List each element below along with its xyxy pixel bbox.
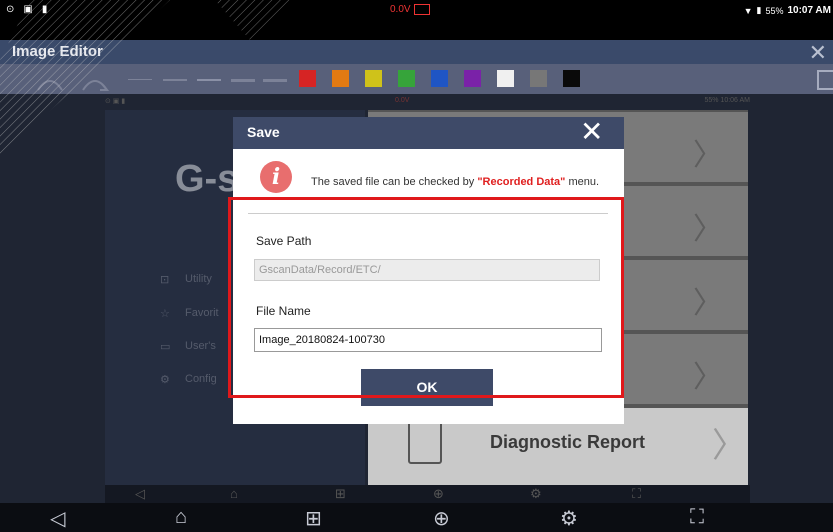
line-width-3[interactable] (197, 79, 221, 81)
report-icon (408, 418, 442, 464)
voltage-text: 0.0V (390, 4, 411, 15)
line-width-5[interactable] (263, 79, 287, 82)
home-icon[interactable]: ⌂ (175, 506, 187, 529)
captured-status-icons: ⊙ ▣ ▮ (105, 98, 126, 105)
battery-icon: ▮ (756, 5, 762, 15)
location-icon: ⊙ (6, 4, 15, 15)
star-icon: ☆ (160, 308, 170, 320)
editor-title-bar: Image Editor ✕ (0, 40, 833, 66)
color-swatch[interactable] (431, 70, 448, 87)
back-icon[interactable]: ◁ (50, 506, 65, 531)
settings-icon[interactable]: ⚙ (560, 506, 578, 531)
screenshot-icon[interactable]: ⛶ (690, 506, 704, 529)
color-swatch[interactable] (530, 70, 547, 87)
chevron-right-icon: 〉 (712, 427, 746, 465)
image-icon: ▣ (23, 4, 33, 15)
gear-icon: ⚙ (160, 374, 170, 386)
annotation-highlight-box (228, 197, 624, 398)
book-icon: ▭ (160, 341, 171, 353)
undo-icon[interactable] (35, 70, 65, 94)
battery-car-icon (413, 4, 430, 15)
menu-item-config: Config (185, 373, 217, 385)
color-swatch[interactable] (464, 70, 481, 87)
menu-item-utility: Utility (185, 273, 212, 285)
wifi-icon: ▼ (743, 5, 753, 16)
color-swatch[interactable] (563, 70, 580, 87)
color-swatch[interactable] (332, 70, 349, 87)
dialog-title: Save (247, 124, 280, 140)
brand-logo: G-s (175, 158, 239, 200)
info-message: The saved file can be checked by "Record… (311, 176, 599, 188)
color-swatch[interactable] (365, 70, 382, 87)
chevron-right-icon: 〉 (693, 361, 723, 394)
info-text-suffix: menu. (565, 176, 600, 188)
recent-apps-icon[interactable]: ⊞ (305, 506, 322, 531)
color-swatch[interactable] (497, 70, 514, 87)
clock: 10:07 AM (787, 5, 831, 16)
captured-voltage: 0.0V (395, 97, 410, 104)
voltage-indicator: 0.0V (390, 4, 430, 15)
menu-item-favorites: Favorit (185, 307, 219, 319)
save-dialog-header (233, 117, 624, 149)
line-width-2[interactable] (163, 79, 187, 81)
line-width-4[interactable] (231, 79, 255, 82)
chevron-right-icon: 〉 (693, 213, 723, 246)
chevron-right-icon: 〉 (693, 287, 723, 320)
info-text-prefix: The saved file can be checked by (311, 176, 478, 188)
captured-clock: 55% 10:06 AM (704, 97, 750, 104)
save-icon[interactable] (817, 70, 833, 90)
captured-nav-bar: ◁ ⌂ ⊞ ⊕ ⚙ ⛶ (105, 485, 750, 503)
settings-icon: ⚙ (530, 486, 542, 501)
status-bar: ⊙ ▣ ▮ 0.0V ▼ ▮ 55% 10:07 AM (0, 0, 833, 22)
captured-status-bar: ⊙ ▣ ▮ 0.0V 55% 10:06 AM (105, 97, 750, 107)
battery-percent: 55% (765, 5, 784, 16)
screenshot-icon: ⛶ (632, 486, 642, 501)
line-width-1[interactable] (128, 79, 152, 80)
close-icon[interactable]: ✕ (580, 115, 603, 148)
color-swatch[interactable] (299, 70, 316, 87)
back-icon: ◁ (135, 486, 145, 501)
home-icon: ⌂ (230, 486, 238, 501)
redo-icon[interactable] (80, 70, 110, 94)
close-icon[interactable]: ✕ (809, 40, 827, 66)
status-icons-left: ⊙ ▣ ▮ (6, 4, 47, 15)
editor-toolbar (0, 64, 833, 94)
diagnostic-report-label: Diagnostic Report (490, 432, 646, 452)
recent-apps-icon: ⊞ (335, 486, 346, 501)
recorded-data-highlight: "Recorded Data" (477, 176, 566, 188)
system-nav-bar: ◁ ⌂ ⊞ ⊕ ⚙ ⛶ (0, 503, 833, 532)
color-swatch[interactable] (398, 70, 415, 87)
sd-card-icon: ▮ (41, 4, 48, 15)
menu-item-users: User's (185, 340, 216, 352)
browser-icon[interactable]: ⊕ (433, 506, 450, 531)
utility-icon: ⊡ (160, 274, 170, 286)
chevron-right-icon: 〉 (693, 139, 723, 172)
browser-icon: ⊕ (433, 486, 444, 501)
info-icon: i (260, 161, 292, 193)
editor-title: Image Editor (12, 43, 103, 60)
status-icons-right: ▼ ▮ 55% 10:07 AM (744, 5, 831, 16)
